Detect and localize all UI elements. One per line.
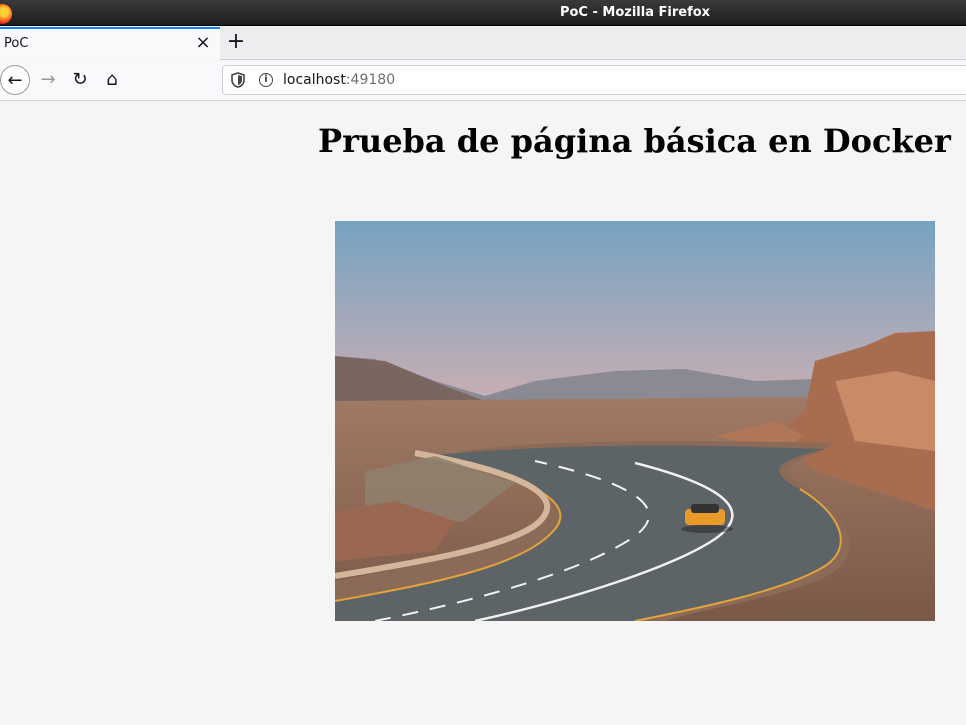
url-text[interactable]: localhost:49180	[283, 72, 395, 88]
navigation-toolbar: ← → ↻ ⌂ i localhost:49180	[0, 61, 966, 101]
window-titlebar: PoC - Mozilla Firefox	[0, 0, 966, 26]
close-tab-icon[interactable]: ×	[193, 32, 213, 54]
reload-icon[interactable]: ↻	[65, 65, 95, 95]
url-bar[interactable]: i localhost:49180	[222, 65, 966, 95]
info-icon[interactable]: i	[259, 73, 273, 87]
back-arrow-icon[interactable]: ←	[0, 65, 30, 95]
page-content: Prueba de página básica en Docker	[0, 102, 966, 725]
window-title: PoC - Mozilla Firefox	[559, 5, 711, 20]
tab-poc[interactable]: PoC ×	[0, 27, 220, 60]
home-icon[interactable]: ⌂	[97, 65, 127, 95]
tab-strip: PoC × +	[0, 27, 966, 60]
shield-icon[interactable]	[231, 72, 245, 88]
page-heading: Prueba de página básica en Docker	[318, 122, 951, 160]
forward-arrow-icon[interactable]: →	[33, 65, 63, 95]
road-photo-illustration	[335, 221, 935, 621]
new-tab-plus-icon[interactable]: +	[226, 29, 246, 55]
url-host: localhost	[283, 72, 346, 88]
url-port: :49180	[345, 72, 396, 88]
tab-label: PoC	[4, 36, 29, 51]
road-photo	[335, 221, 935, 621]
